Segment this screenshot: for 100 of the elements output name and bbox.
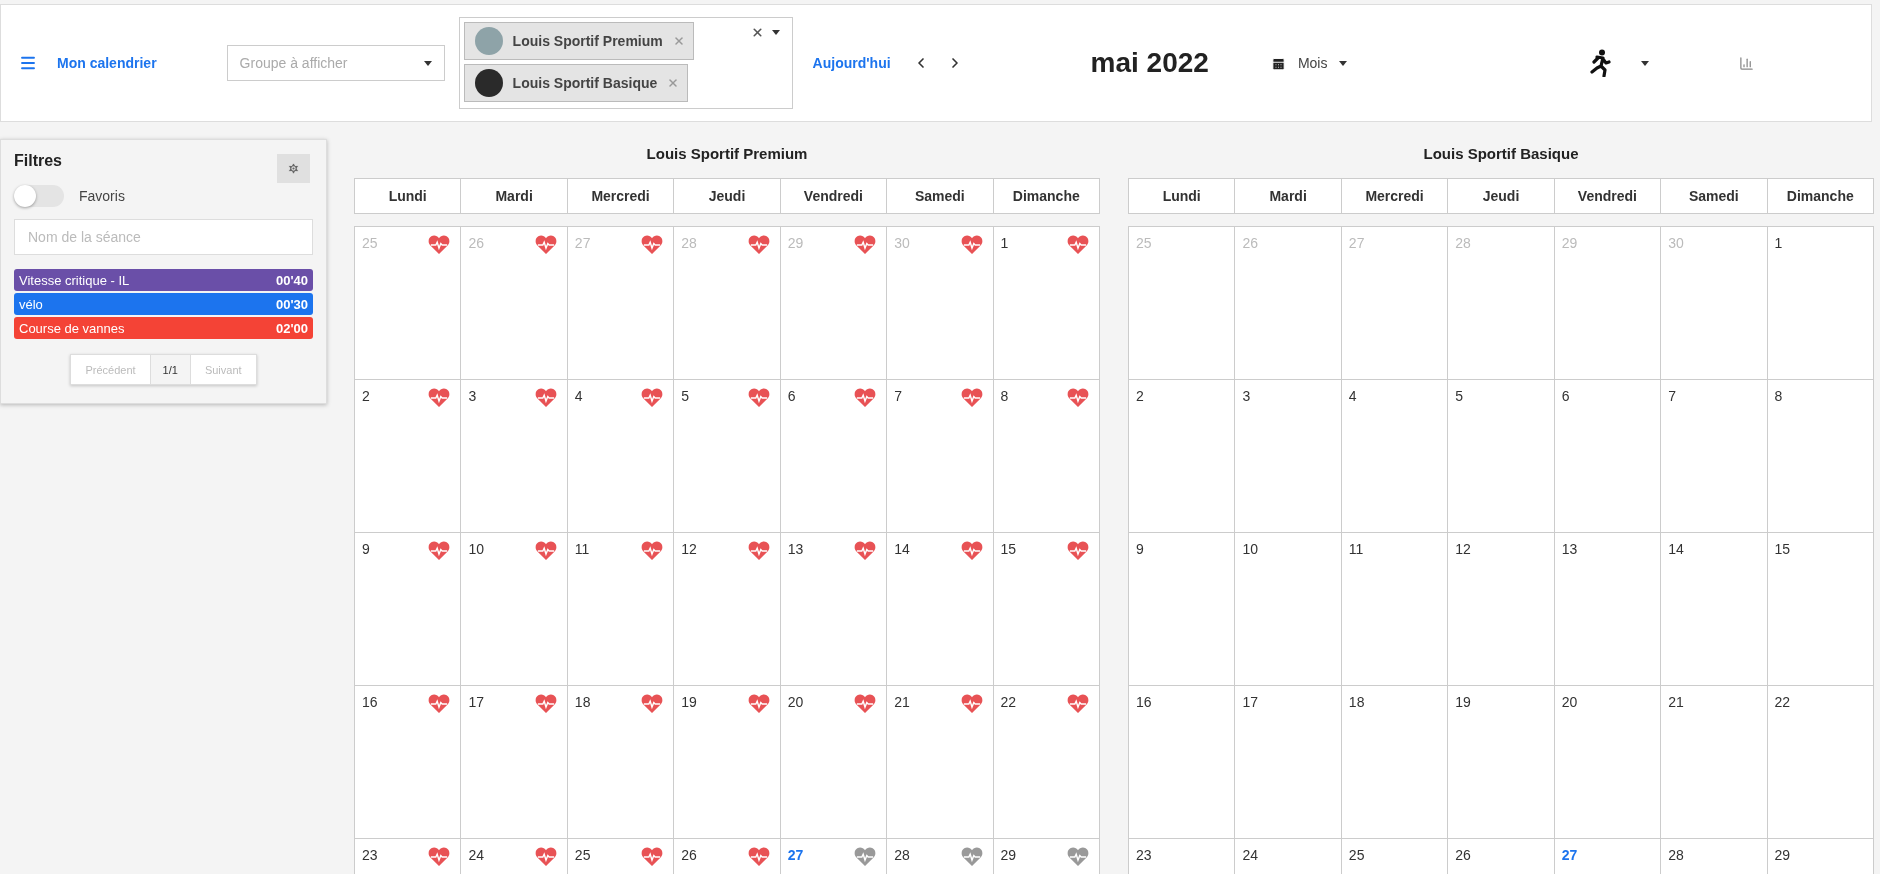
day-cell[interactable]: 26 <box>674 839 781 874</box>
day-number: 25 <box>1136 235 1152 251</box>
day-cell[interactable]: 20 <box>1554 686 1662 839</box>
day-cell[interactable]: 3 <box>461 380 568 533</box>
day-cell[interactable]: 21 <box>1661 686 1768 839</box>
day-cell[interactable]: 2 <box>1129 380 1236 533</box>
day-cell[interactable]: 14 <box>887 533 994 686</box>
day-cell[interactable]: 8 <box>993 380 1100 533</box>
day-number: 29 <box>1000 847 1017 863</box>
day-cell[interactable]: 9 <box>1129 533 1236 686</box>
day-cell[interactable]: 4 <box>1341 380 1449 533</box>
day-number: 18 <box>1348 694 1365 710</box>
weekday-header: Mardi <box>1235 179 1342 213</box>
settings-button[interactable] <box>277 154 310 183</box>
day-cell[interactable]: 5 <box>674 380 781 533</box>
athlete-chip[interactable]: Louis Sportif Basique <box>463 64 689 102</box>
chart-icon[interactable] <box>1739 55 1755 71</box>
day-cell[interactable]: 6 <box>780 380 888 533</box>
day-cell[interactable]: 23 <box>1129 839 1236 874</box>
day-cell[interactable]: 21 <box>887 686 994 839</box>
day-cell[interactable]: 16 <box>1129 686 1236 839</box>
day-number: 17 <box>1242 694 1258 710</box>
day-cell[interactable]: 17 <box>1235 686 1342 839</box>
day-cell[interactable]: 24 <box>461 839 568 874</box>
athlete-multiselect[interactable]: Louis Sportif Premium Louis Sportif Basique <box>458 17 793 109</box>
athlete-chip[interactable]: Louis Sportif Premium <box>463 22 694 60</box>
day-cell[interactable]: 14 <box>1661 533 1768 686</box>
day-cell[interactable]: 27 <box>780 839 888 874</box>
page-indicator: 1/1 <box>150 354 190 385</box>
day-cell[interactable]: 1 <box>993 227 1100 380</box>
menu-icon[interactable] <box>19 54 37 72</box>
day-cell[interactable]: 23 <box>355 839 462 874</box>
day-cell[interactable]: 9 <box>355 533 462 686</box>
day-number: 3 <box>1242 388 1251 404</box>
day-cell[interactable]: 20 <box>780 686 888 839</box>
day-cell[interactable]: 25 <box>567 839 675 874</box>
day-cell[interactable]: 5 <box>1448 380 1555 533</box>
day-cell[interactable]: 19 <box>1448 686 1555 839</box>
weekday-header: Dimanche <box>993 179 1100 213</box>
day-number: 5 <box>1455 388 1464 404</box>
day-cell[interactable]: 28 <box>1661 839 1768 874</box>
day-number: 9 <box>1136 541 1144 557</box>
day-cell[interactable]: 7 <box>887 380 994 533</box>
session-item[interactable]: Vitesse critique - IL 00'40 <box>14 269 313 291</box>
day-cell[interactable]: 26 <box>1448 839 1555 874</box>
day-cell[interactable]: 4 <box>567 380 675 533</box>
day-number: 14 <box>1668 541 1684 557</box>
day-cell[interactable]: 24 <box>1235 839 1342 874</box>
runner-icon[interactable] <box>1587 49 1612 77</box>
day-cell[interactable]: 12 <box>674 533 781 686</box>
caret-icon[interactable] <box>1641 60 1650 66</box>
favorites-toggle[interactable] <box>14 185 64 207</box>
session-item[interactable]: Course de vannes 02'00 <box>14 317 313 339</box>
session-item[interactable]: vélo 00'30 <box>14 293 313 315</box>
day-number: 6 <box>1561 388 1570 404</box>
day-cell[interactable]: 19 <box>674 686 781 839</box>
day-cell[interactable]: 2 <box>355 380 462 533</box>
day-cell[interactable]: 13 <box>1554 533 1662 686</box>
day-number: 16 <box>362 694 378 710</box>
day-number: 25 <box>574 847 591 863</box>
clear-icon[interactable] <box>750 26 764 39</box>
day-number: 10 <box>1242 541 1258 557</box>
calendar-icon <box>1270 55 1286 71</box>
day-number: 28 <box>681 235 697 251</box>
day-cell[interactable]: 29 <box>1767 839 1874 874</box>
day-number: 21 <box>1668 694 1684 710</box>
day-cell[interactable]: 22 <box>1767 686 1874 839</box>
day-cell[interactable]: 18 <box>567 686 675 839</box>
day-cell[interactable]: 11 <box>1341 533 1449 686</box>
day-cell[interactable]: 27 <box>1554 839 1662 874</box>
day-number: 2 <box>1136 388 1144 404</box>
day-cell[interactable]: 12 <box>1448 533 1555 686</box>
calendar-title-link[interactable]: Mon calendrier <box>57 55 157 71</box>
day-cell[interactable]: 11 <box>567 533 675 686</box>
day-cell[interactable]: 3 <box>1235 380 1342 533</box>
day-cell[interactable]: 10 <box>1235 533 1342 686</box>
caret-icon[interactable] <box>771 30 780 35</box>
day-cell[interactable]: 13 <box>780 533 888 686</box>
day-cell[interactable]: 22 <box>993 686 1100 839</box>
day-number: 25 <box>362 235 378 251</box>
day-cell[interactable]: 8 <box>1767 380 1874 533</box>
day-number: 29 <box>1774 847 1791 863</box>
day-cell[interactable]: 28 <box>887 839 994 874</box>
day-cell[interactable]: 17 <box>461 686 568 839</box>
view-select[interactable]: Mois <box>1270 55 1348 71</box>
day-cell[interactable]: 1 <box>1767 227 1874 380</box>
day-number: 4 <box>1348 388 1357 404</box>
day-cell[interactable]: 15 <box>1767 533 1874 686</box>
day-cell[interactable]: 7 <box>1661 380 1768 533</box>
day-number: 10 <box>468 541 484 557</box>
avatar <box>474 69 503 97</box>
day-cell[interactable]: 29 <box>993 839 1100 874</box>
day-cell[interactable]: 6 <box>1554 380 1662 533</box>
day-cell[interactable]: 10 <box>461 533 568 686</box>
today-link[interactable]: Aujourd'hui <box>812 55 891 71</box>
day-cell[interactable]: 16 <box>355 686 462 839</box>
session-search-field[interactable]: Nom de la séance <box>14 219 313 255</box>
day-cell[interactable]: 15 <box>993 533 1100 686</box>
day-cell[interactable]: 25 <box>1341 839 1449 874</box>
day-cell[interactable]: 18 <box>1341 686 1449 839</box>
